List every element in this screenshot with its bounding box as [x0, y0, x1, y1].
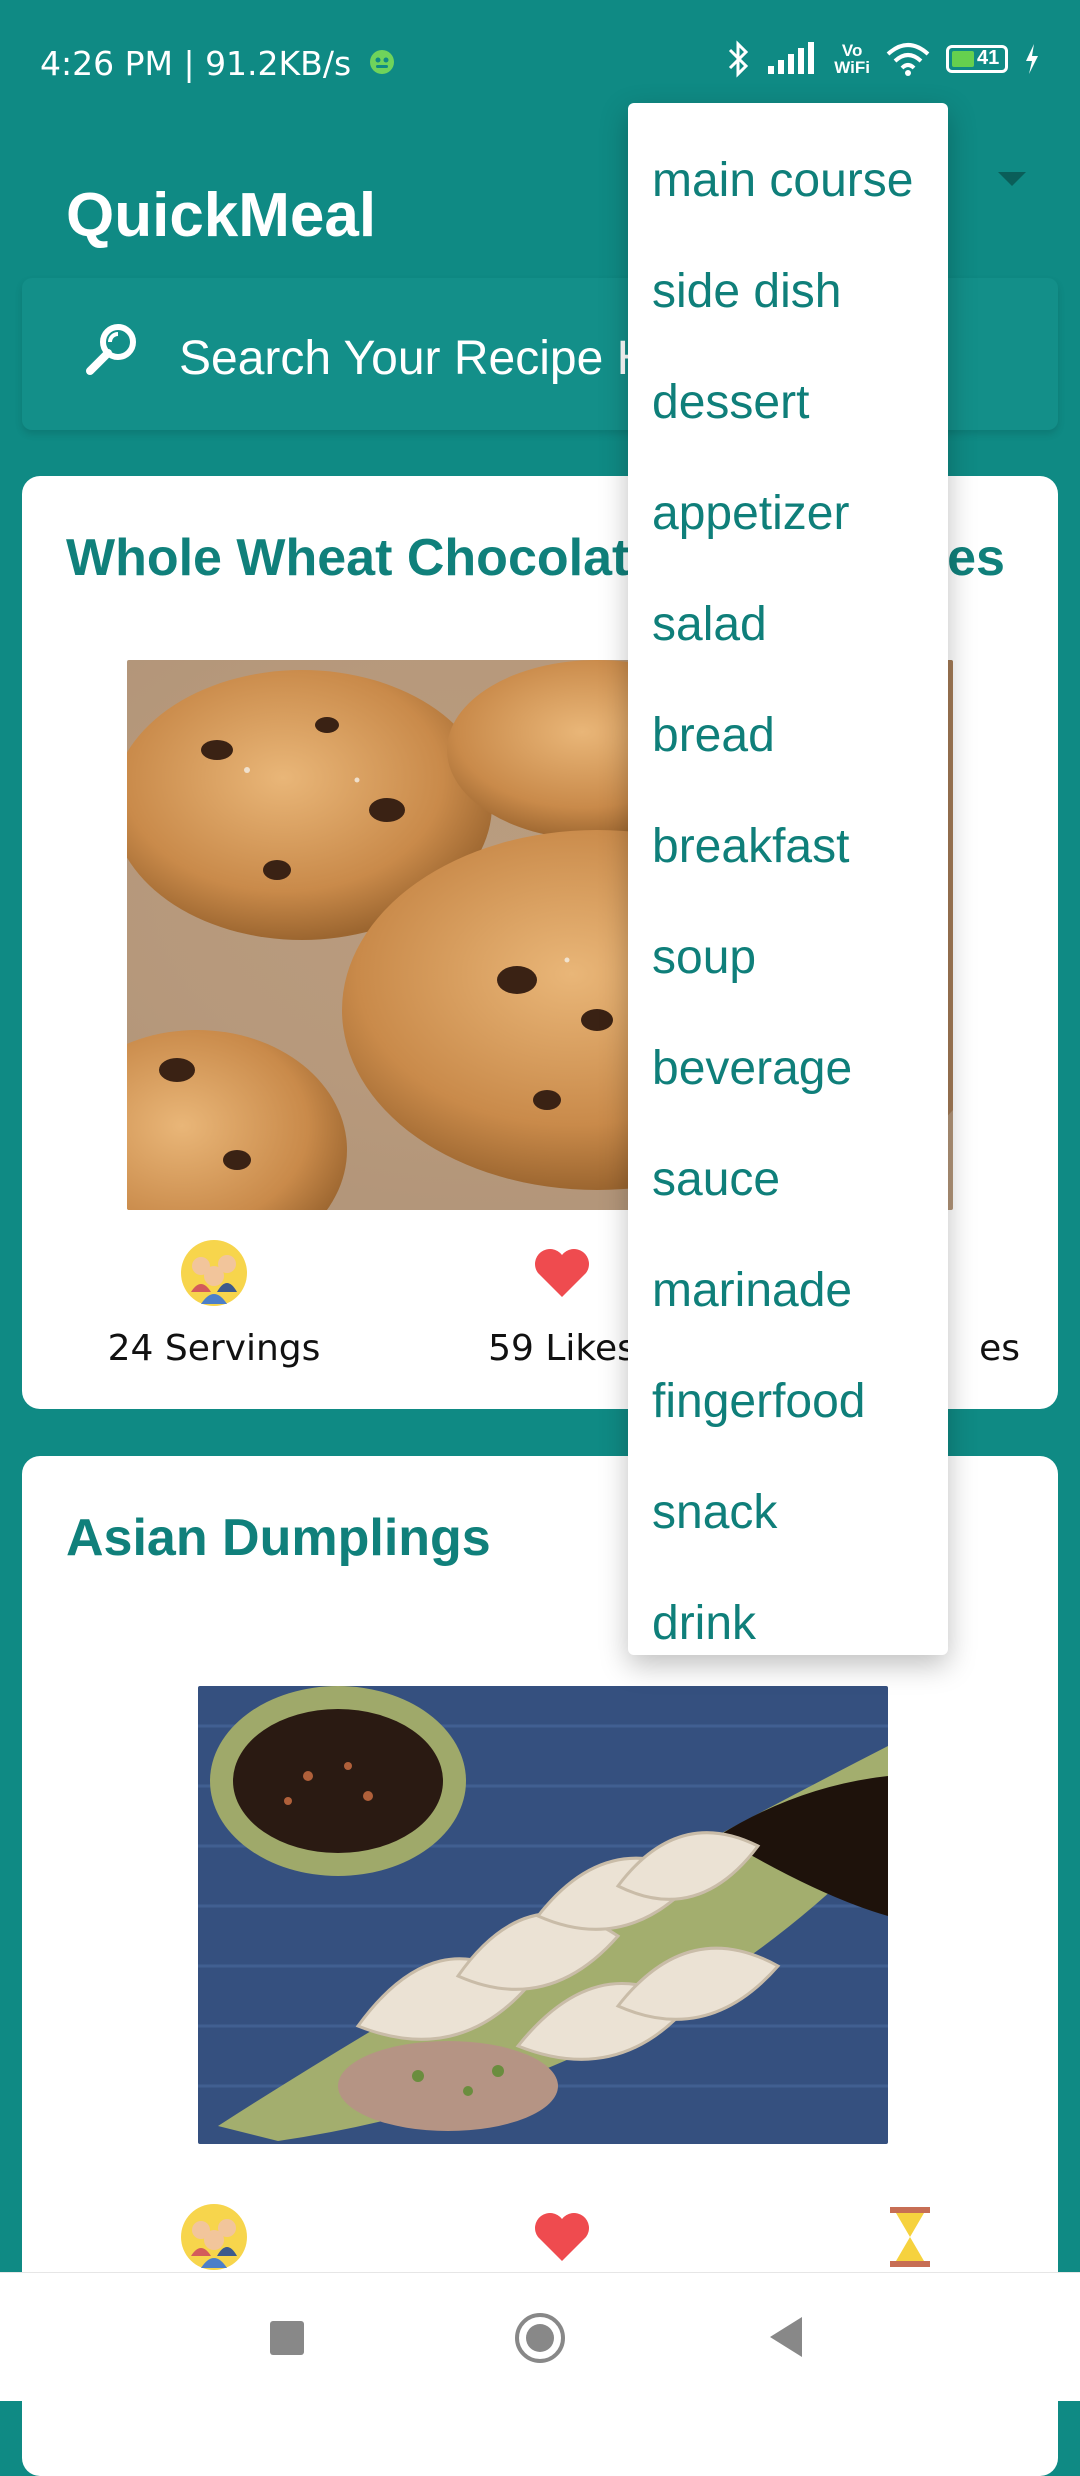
hourglass-icon	[760, 2202, 1058, 2272]
signal-icon	[766, 42, 818, 76]
category-dropdown-menu: main course side dish dessert appetizer sala…	[628, 103, 948, 1655]
status-time-speed: 4:26 PM | 91.2KB/s	[40, 44, 352, 83]
heart-icon[interactable]	[412, 2202, 712, 2272]
menu-item-marinade[interactable]: marinade	[628, 1235, 948, 1346]
volte-wifi-icon: Vo WiFi	[834, 42, 870, 76]
bluetooth-icon	[726, 40, 750, 78]
menu-item-breakfast[interactable]: breakfast	[628, 791, 948, 902]
menu-item-soup[interactable]: soup	[628, 902, 948, 1013]
menu-item-snack[interactable]: snack	[628, 1457, 948, 1568]
volte-bottom: WiFi	[834, 58, 870, 77]
menu-item-fingerfood[interactable]: fingerfood	[628, 1346, 948, 1457]
menu-item-side-dish[interactable]: side dish	[628, 236, 948, 347]
status-left: 4:26 PM | 91.2KB/s	[40, 44, 395, 83]
servings-label: 24 Servings	[107, 1328, 321, 1369]
servings-stat: 24 Servings	[64, 1238, 364, 1369]
wifi-icon	[886, 42, 930, 76]
search-icon	[80, 318, 144, 387]
system-nav-bar	[0, 2272, 1080, 2401]
menu-item-beverage[interactable]: beverage	[628, 1013, 948, 1124]
menu-item-dessert[interactable]: dessert	[628, 347, 948, 458]
battery-level: 41	[977, 47, 1000, 69]
menu-item-sauce[interactable]: sauce	[628, 1124, 948, 1235]
menu-item-main-course[interactable]: main course	[628, 125, 948, 236]
charging-icon	[1024, 44, 1040, 74]
menu-item-drink[interactable]: drink	[628, 1568, 948, 1679]
category-dropdown-caret-icon[interactable]	[998, 172, 1026, 186]
app-title: QuickMeal	[66, 181, 377, 250]
status-right: Vo WiFi 41	[726, 40, 1040, 78]
menu-item-appetizer[interactable]: appetizer	[628, 458, 948, 569]
home-button[interactable]	[515, 2313, 565, 2363]
recents-button[interactable]	[270, 2321, 304, 2355]
servings-icon	[64, 2202, 364, 2272]
battery-icon: 41	[946, 45, 1008, 73]
menu-item-bread[interactable]: bread	[628, 680, 948, 791]
recipe-image-dumplings[interactable]	[198, 1686, 888, 2144]
menu-item-salad[interactable]: salad	[628, 569, 948, 680]
servings-icon	[64, 1238, 364, 1308]
notification-app-icon	[369, 44, 395, 83]
back-button[interactable]	[770, 2317, 802, 2357]
volte-top: Vo	[841, 41, 863, 60]
recipe-title: Asian Dumplings	[66, 1509, 491, 1567]
